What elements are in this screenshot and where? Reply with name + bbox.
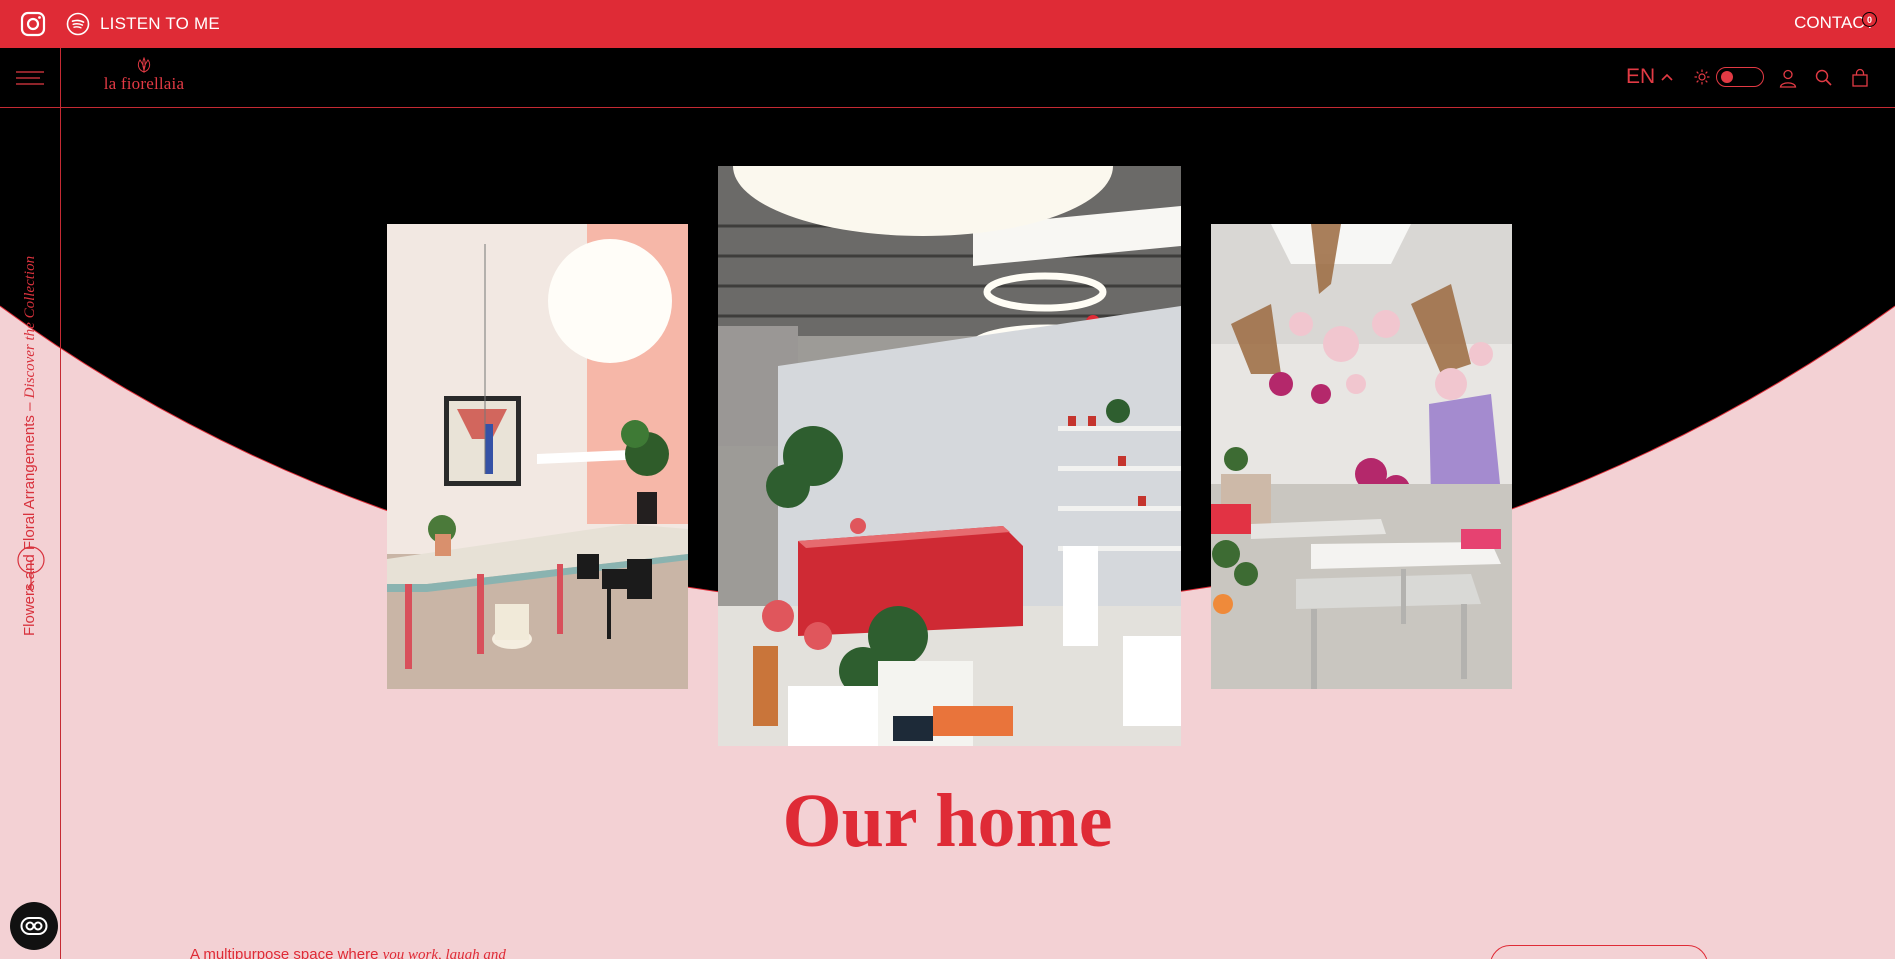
listen-label: LISTEN TO ME: [100, 14, 220, 33]
vertical-text-plain: Flowers and Floral Arrangements –: [21, 398, 38, 636]
photo-shop-interior: [718, 166, 1181, 746]
arrow-left-icon[interactable]: [14, 546, 48, 592]
search-icon[interactable]: [1814, 68, 1834, 88]
chevron-up-icon: [1661, 73, 1673, 81]
hamburger-menu-icon[interactable]: [14, 68, 46, 88]
flower-logo-icon: [137, 56, 151, 73]
chat-widget-button[interactable]: [10, 902, 58, 950]
desc-italic: you work, laugh and: [382, 947, 506, 959]
sun-icon: [1694, 69, 1710, 85]
cart-icon[interactable]: [1850, 68, 1870, 88]
user-icon[interactable]: [1778, 68, 1798, 88]
section-description: A multipurpose space where you work, lau…: [190, 946, 506, 959]
language-selector[interactable]: EN: [1626, 65, 1673, 89]
section-title: Our home: [782, 779, 1113, 863]
theme-switch[interactable]: [1716, 67, 1764, 87]
photo-workshop-floral: [1211, 224, 1512, 689]
instagram-icon[interactable]: [20, 11, 46, 37]
section-cta-button[interactable]: [1490, 945, 1708, 959]
theme-toggle[interactable]: [1694, 67, 1764, 87]
cart-count-badge: 0: [1862, 12, 1877, 27]
left-rail: Flowers and Floral Arrangements – Discov…: [0, 108, 61, 959]
header-divider: [60, 48, 61, 108]
switch-knob: [1721, 71, 1733, 83]
spotify-icon: [66, 12, 90, 36]
desc-plain: A multipurpose space where: [190, 946, 383, 959]
photo-meeting-room: [387, 224, 688, 689]
site-header: la fiorellaia EN: [0, 48, 1895, 108]
brand-name: la fiorellaia: [103, 74, 185, 93]
chat-icon: [20, 917, 48, 935]
vertical-text-italic: Discover the Collection: [22, 255, 38, 399]
top-announcement-bar: LISTEN TO ME CONTACT: [0, 0, 1895, 48]
listen-to-me-link[interactable]: LISTEN TO ME: [66, 12, 220, 36]
brand-logo[interactable]: la fiorellaia: [94, 56, 194, 102]
language-label: EN: [1626, 65, 1656, 88]
